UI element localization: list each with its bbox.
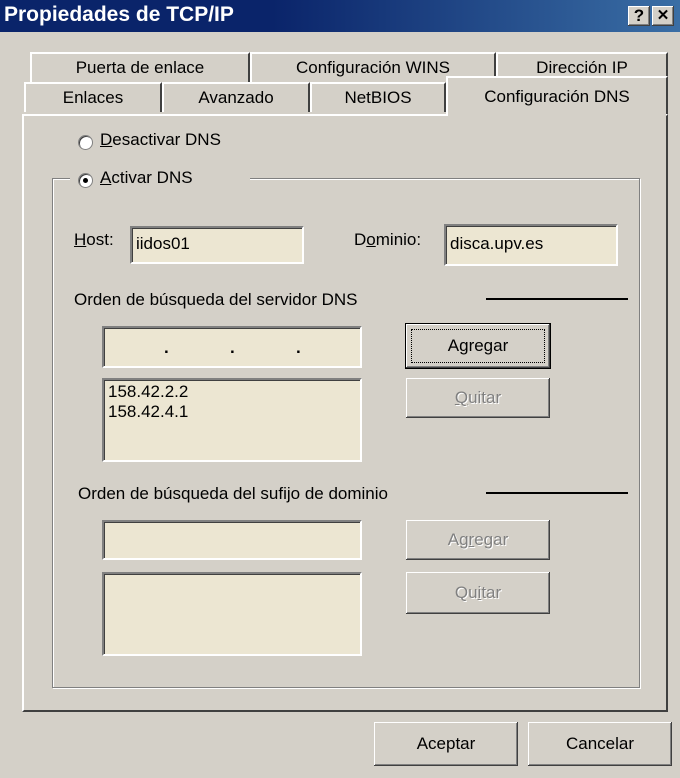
domain-input[interactable]: disca.upv.es [444, 224, 618, 266]
disable-dns-label[interactable]: Desactivar DNS [100, 130, 221, 150]
tab-configuracion-dns[interactable]: Configuración DNS [446, 76, 668, 114]
list-item[interactable]: 158.42.2.2 [108, 382, 360, 402]
tab-label: Dirección IP [536, 58, 628, 77]
tab-label: NetBIOS [344, 88, 412, 107]
tab-label: Configuración DNS [484, 87, 630, 106]
ok-button[interactable]: Aceptar [374, 722, 518, 766]
suffix-order-separator [486, 492, 628, 494]
disable-dns-accel: D [100, 130, 113, 149]
suffix-input[interactable] [102, 520, 362, 560]
help-button[interactable]: ? [628, 6, 650, 26]
host-label: Host: [74, 230, 114, 249]
radio-selected-dot [83, 178, 88, 183]
dns-server-list[interactable]: 158.42.2.2 158.42.4.1 [102, 378, 362, 462]
dns-server-ip-input[interactable]: . . . [102, 326, 362, 368]
suffix-order-label: Orden de búsqueda del sufijo de dominio [78, 484, 388, 503]
host-input[interactable]: iidos01 [130, 226, 304, 264]
window-title: Propiedades de TCP/IP [4, 3, 234, 26]
tab-label: Avanzado [198, 88, 274, 107]
ip-dot: . [164, 338, 169, 357]
tab-label: Configuración WINS [295, 58, 450, 77]
list-item[interactable]: 158.42.4.1 [108, 402, 360, 422]
tab-puerta-de-enlace[interactable]: Puerta de enlace [30, 52, 250, 82]
focus-rect [411, 329, 545, 363]
title-bar[interactable]: Propiedades de TCP/IP ? ✕ [0, 0, 680, 32]
tab-avanzado[interactable]: Avanzado [162, 82, 310, 112]
cancel-button[interactable]: Cancelar [528, 722, 672, 766]
add-suffix-button[interactable]: Agregar [406, 520, 550, 560]
suffix-list[interactable] [102, 572, 362, 656]
disable-dns-radio[interactable] [78, 135, 93, 150]
active-tab-joiner [448, 112, 666, 116]
tab-netbios[interactable]: NetBIOS [310, 82, 446, 112]
disable-dns-text: esactivar DNS [112, 130, 221, 149]
enable-dns-text: ctivar DNS [111, 168, 193, 187]
enable-dns-accel: A [100, 168, 112, 187]
enable-dns-label[interactable]: Activar DNS [100, 168, 193, 188]
server-order-label: Orden de búsqueda del servidor DNS [74, 290, 358, 309]
close-button[interactable]: ✕ [652, 6, 674, 26]
tab-enlaces[interactable]: Enlaces [24, 82, 162, 112]
remove-suffix-button[interactable]: Quitar [406, 572, 550, 614]
server-order-separator [486, 298, 628, 300]
tab-label: Enlaces [62, 88, 124, 107]
enable-dns-radio[interactable] [78, 173, 93, 188]
tab-label: Puerta de enlace [75, 58, 205, 77]
remove-dns-server-button[interactable]: Quitar [406, 378, 550, 418]
domain-label: Dominio: [354, 230, 422, 249]
ip-dot: . [230, 338, 235, 357]
ip-dot: . [296, 338, 301, 357]
add-dns-server-button[interactable]: Agregar [405, 323, 551, 369]
